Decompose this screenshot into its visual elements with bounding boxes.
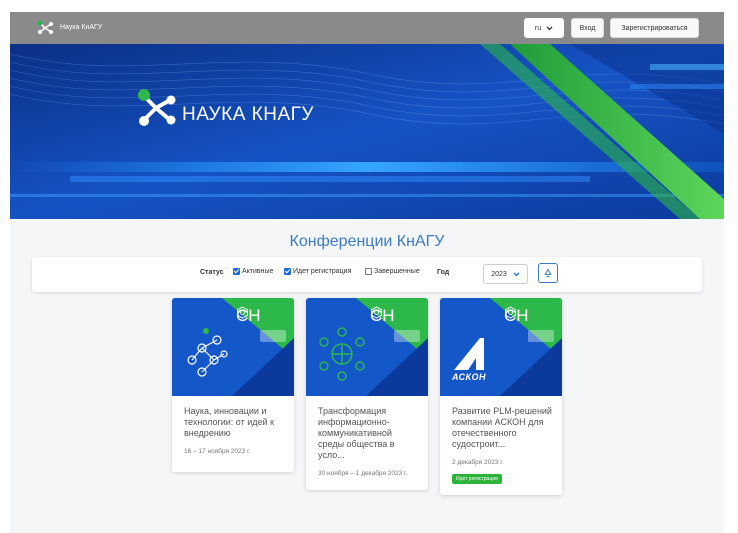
conference-date: 16 – 17 ноября 2023 г. xyxy=(184,448,251,455)
sno-logo-text: СН xyxy=(504,306,529,325)
status-badge-wrap: Идет регистрация xyxy=(440,467,562,495)
conference-title[interactable]: Развитие PLM-решений компании АСКОН для … xyxy=(440,396,562,450)
conference-card[interactable]: СН Наука, инновации и технологии: от иде… xyxy=(172,298,294,472)
brand-link[interactable]: Наука КнАГУ xyxy=(36,19,102,35)
conference-date: 30 ноября – 1 декабря 2023 г. xyxy=(318,470,408,477)
sno-logo-text: СН xyxy=(370,306,395,325)
checkbox-checked-icon[interactable] xyxy=(284,268,291,275)
molecule-logo-icon xyxy=(37,20,53,34)
reset-filters-button[interactable] xyxy=(538,263,558,283)
filter-active-label: Активные xyxy=(242,268,274,275)
year-select[interactable]: 2023 xyxy=(483,264,528,284)
page-title: Конференции КнАГУ xyxy=(289,233,445,250)
filter-bar: Статус Активные Идет регистрация Заверше… xyxy=(32,257,702,292)
conference-cover-image: СН xyxy=(306,298,428,396)
hexagon-logo-icon xyxy=(505,306,516,319)
conference-card[interactable]: СН АСКОН Развитие PLM-решений компании А… xyxy=(440,298,562,495)
status-badge: Идет регистрация xyxy=(452,474,502,484)
chevron-down-icon xyxy=(513,272,520,276)
filter-registration-checkbox[interactable]: Идет регистрация xyxy=(284,268,351,275)
top-navbar: Наука КнАГУ ru Вход Зарегистрироваться xyxy=(10,12,724,44)
ascon-logo-text: АСКОН xyxy=(452,372,486,382)
filter-registration-label: Идет регистрация xyxy=(293,268,352,275)
browser-viewport: Наука КнАГУ ru Вход Зарегистрироваться Н… xyxy=(10,12,724,533)
conference-title[interactable]: Наука, инновации и технологии: от идей к… xyxy=(172,396,294,439)
language-select[interactable]: ru xyxy=(524,18,564,38)
filter-completed-label: Завершенные xyxy=(374,268,420,275)
checkbox-unchecked-icon[interactable] xyxy=(365,268,372,275)
hexagon-logo-icon xyxy=(371,306,382,319)
filter-active-checkbox[interactable]: Активные xyxy=(233,268,273,275)
language-value: ru xyxy=(534,24,542,32)
conference-title[interactable]: Трансформация информационно-коммуникатив… xyxy=(306,396,428,461)
page: Наука КнАГУ ru Вход Зарегистрироваться Н… xyxy=(0,0,738,533)
filter-completed-checkbox[interactable]: Завершенные xyxy=(365,268,420,275)
chevron-down-icon xyxy=(546,26,553,30)
status-label: Статус xyxy=(200,269,224,276)
year-value: 2023 xyxy=(491,270,507,278)
conference-date: 2 декабря 2023 г. xyxy=(452,459,504,466)
banner-title: НАУКА КНАГУ xyxy=(182,104,314,125)
checkbox-checked-icon[interactable] xyxy=(233,268,240,275)
hexagon-logo-icon xyxy=(237,306,248,319)
conference-card[interactable]: СН Трансформация информационно-коммуника… xyxy=(306,298,428,490)
sno-logo-text: СН xyxy=(236,306,261,325)
recycle-icon xyxy=(544,268,552,277)
hero-banner: НАУКА КНАГУ xyxy=(10,44,724,219)
register-button[interactable]: Зарегистрироваться xyxy=(610,18,699,38)
year-label: Год xyxy=(437,269,450,276)
conference-cover-image: СН xyxy=(172,298,294,396)
banner-background-image xyxy=(10,44,724,219)
conference-cover-image: СН АСКОН xyxy=(440,298,562,396)
login-button[interactable]: Вход xyxy=(571,18,604,38)
brand-name: Наука КнАГУ xyxy=(60,23,103,31)
